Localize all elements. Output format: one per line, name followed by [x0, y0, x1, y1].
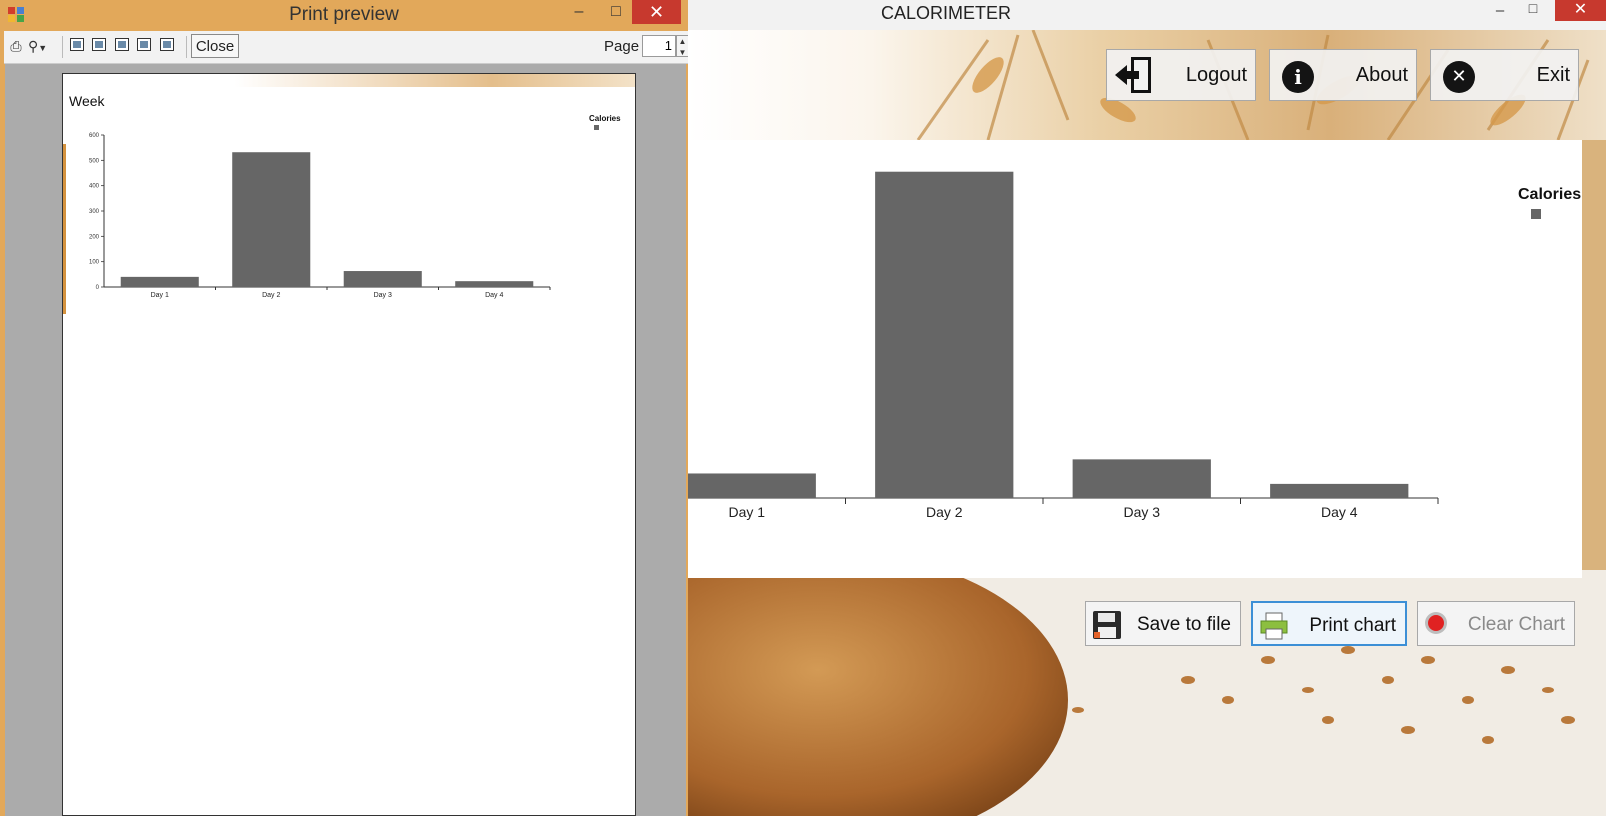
bar-day-4	[1270, 483, 1409, 498]
print-preview-toolbar: ⎙ ⚲▼ Close Page 1 ▲ ▼	[4, 31, 689, 64]
maximize-button[interactable]: □	[602, 0, 630, 24]
bar-day-1	[688, 473, 816, 498]
bar-day-1	[120, 276, 199, 287]
preview-page: Week Calories 0 100 200 300 400 500 600 Day 1 Da…	[62, 73, 636, 816]
y-tick-label: 0	[96, 285, 100, 291]
bar-day-2	[232, 152, 311, 287]
preview-canvas[interactable]: Week Calories 0 100 200 300 400 500 600 Day 1 Da…	[5, 64, 686, 816]
info-icon: i	[1282, 61, 1314, 93]
calorimeter-titlebar[interactable]: CALORIMETER – □ ✕	[688, 0, 1606, 30]
print-icon[interactable]: ⎙	[7, 38, 25, 54]
six-pages-icon[interactable]	[160, 38, 174, 51]
maximize-button[interactable]: □	[1523, 0, 1543, 20]
close-preview-button[interactable]: Close	[191, 34, 239, 58]
about-button[interactable]: i About	[1269, 49, 1417, 101]
x-tick-label: Day 2	[262, 292, 280, 299]
logout-icon	[1115, 57, 1151, 93]
y-tick-label: 100	[89, 260, 100, 266]
clear-chart-button[interactable]: Clear Chart	[1417, 601, 1575, 646]
page-number-input[interactable]: 1	[642, 35, 676, 57]
save-to-file-button[interactable]: Save to file	[1085, 601, 1241, 646]
three-pages-icon[interactable]	[115, 38, 129, 51]
reset-icon	[1425, 612, 1447, 634]
x-tick-label: Day 2	[926, 504, 963, 520]
calorimeter-window: CALORIMETER – □ ✕ Logout i About ✕ Exit …	[688, 0, 1606, 816]
x-tick-label: Day 4	[485, 292, 503, 299]
bar-day-4	[455, 281, 534, 287]
print-preview-titlebar[interactable]: Print preview – □ ✕	[0, 0, 688, 30]
zoom-icon[interactable]: ⚲▼	[28, 38, 54, 54]
about-label: About	[1355, 64, 1408, 86]
page-label: Page	[604, 38, 640, 55]
y-tick-label: 600	[89, 133, 100, 139]
print-label: Print chart	[1309, 615, 1396, 636]
close-circle-icon: ✕	[1443, 61, 1475, 93]
calories-bar-chart: Day 1 Day 2 Day 3 Day 4	[688, 171, 1439, 520]
x-tick-label: Day 1	[728, 504, 765, 520]
printer-icon	[1260, 612, 1288, 640]
window-title: CALORIMETER	[881, 3, 1012, 23]
logout-label: Logout	[1185, 64, 1247, 86]
y-tick-label: 200	[89, 234, 100, 240]
bar-day-2	[875, 171, 1014, 498]
exit-button[interactable]: ✕ Exit	[1430, 49, 1579, 101]
x-tick-label: Day 4	[1321, 504, 1358, 520]
x-tick-label: Day 3	[374, 292, 392, 299]
floppy-disk-icon	[1093, 611, 1121, 639]
close-window-button[interactable]: ✕	[632, 0, 681, 24]
y-tick-label: 500	[89, 158, 100, 164]
print-preview-window: Print preview – □ ✕ ⎙ ⚲▼ Close Page 1 ▲ ▼…	[0, 0, 689, 816]
y-tick-label: 300	[89, 209, 100, 215]
minimize-button[interactable]: –	[1490, 0, 1510, 22]
x-tick-label: Day 3	[1123, 504, 1160, 520]
close-window-button[interactable]: ✕	[1555, 0, 1606, 21]
save-label: Save to file	[1137, 614, 1231, 635]
calories-chart-panel: Calories Day 1 Day 2 Day 3 Day 4	[688, 140, 1582, 578]
exit-label: Exit	[1536, 64, 1570, 86]
two-pages-icon[interactable]	[92, 38, 106, 51]
print-chart-button[interactable]: Print chart	[1251, 601, 1407, 646]
y-tick-label: 400	[89, 184, 100, 190]
one-page-icon[interactable]	[70, 38, 84, 51]
bar-day-3	[343, 271, 422, 287]
minimize-button[interactable]: –	[565, 0, 593, 24]
preview-bar-chart: 0 100 200 300 400 500 600 Day 1 Day 2 Day 3 Day 4	[89, 133, 551, 299]
four-pages-icon[interactable]	[137, 38, 151, 51]
bar-day-3	[1072, 459, 1211, 498]
x-tick-label: Day 1	[151, 292, 169, 299]
clear-label: Clear Chart	[1467, 614, 1565, 635]
logout-button[interactable]: Logout	[1106, 49, 1256, 101]
